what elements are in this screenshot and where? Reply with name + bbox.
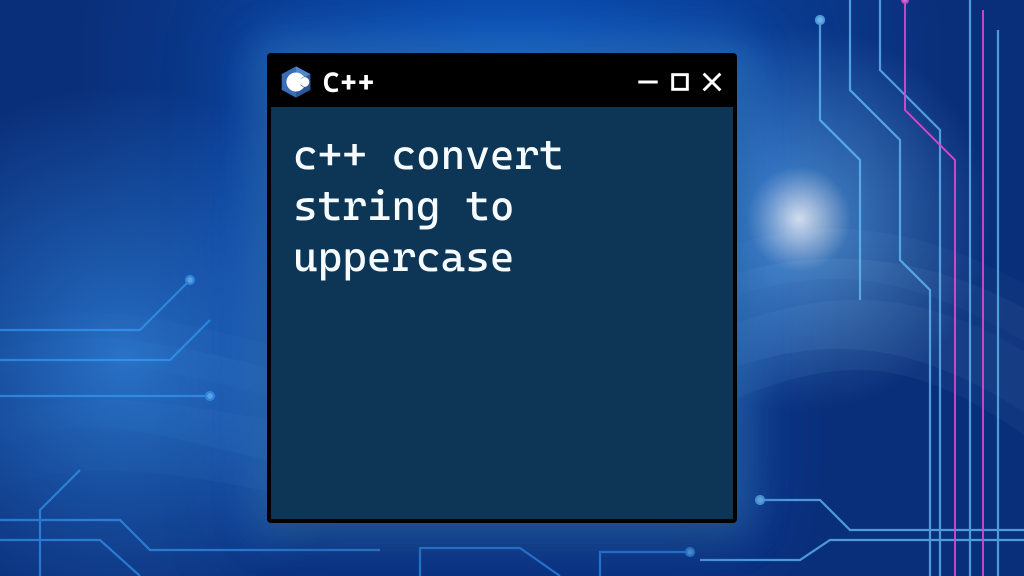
close-button[interactable] [701, 71, 723, 93]
cpp-logo-icon [279, 65, 313, 99]
minimize-button[interactable] [637, 71, 659, 93]
titlebar[interactable]: C++ [271, 57, 733, 107]
window-title: C++ [323, 66, 375, 99]
maximize-button[interactable] [669, 71, 691, 93]
window-controls [637, 71, 723, 93]
terminal-window: C++ c++ convert string to uppercase [267, 53, 737, 523]
terminal-body: c++ convert string to uppercase [271, 107, 733, 519]
terminal-text: c++ convert string to uppercase [293, 129, 711, 283]
